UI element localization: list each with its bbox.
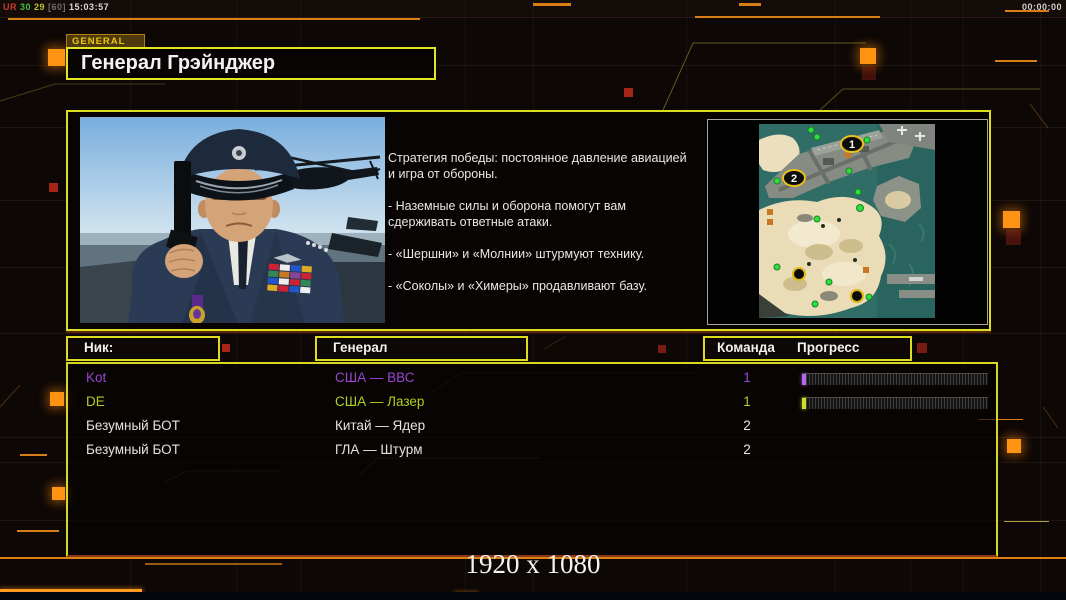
table-row: Kot США — ВВС 1 xyxy=(68,367,996,389)
loading-screen: UR 30 29 [60] 15:03:57 00:00:00 GENERAL Гене… xyxy=(0,0,1066,600)
player-general: США — Лазер xyxy=(335,394,425,409)
decor-dash xyxy=(695,16,880,18)
decor-red-square xyxy=(624,88,633,97)
load-progress-bar xyxy=(802,397,988,409)
player-general: ГЛА — Штурм xyxy=(335,442,423,457)
strategy-text: Стратегия победы: постоянное давление ав… xyxy=(388,150,706,310)
player-table: Kot США — ВВС 1 DE США — Лазер 1 Безумны… xyxy=(66,362,998,557)
decor-red-square xyxy=(917,343,927,353)
header-team-progress-box: Команда Прогресс xyxy=(703,336,912,361)
start-marker-1: 1 xyxy=(840,135,864,153)
decor-dash xyxy=(8,18,420,20)
decor-square xyxy=(50,392,64,406)
decor-dash xyxy=(145,563,282,565)
decor-dash xyxy=(533,3,571,6)
minimap-panel: 1 2 xyxy=(707,119,988,325)
debug-clock: 15:03:57 xyxy=(69,2,110,12)
player-team: 1 xyxy=(743,370,751,385)
strategy-line: - Наземные силы и оборона помогут вам сд… xyxy=(388,199,626,229)
strategy-line: - «Соколы» и «Химеры» продавливают базу. xyxy=(388,279,647,293)
decor-red-square xyxy=(658,345,666,353)
player-nick: Kot xyxy=(86,370,107,385)
decor-square xyxy=(1003,211,1020,228)
decor-red-square xyxy=(862,66,876,80)
bottom-band xyxy=(0,592,1066,600)
svg-text:2: 2 xyxy=(791,173,797,185)
decor-square xyxy=(860,48,876,64)
general-portrait xyxy=(80,117,385,323)
decor-red-square xyxy=(222,344,230,352)
player-general: Китай — Ядер xyxy=(335,418,426,433)
debug-readout: UR 30 29 [60] 15:03:57 xyxy=(3,2,112,12)
strategy-line: - «Шершни» и «Молнии» штурмуют технику. xyxy=(388,247,645,261)
player-team: 2 xyxy=(743,418,751,433)
player-team: 1 xyxy=(743,394,751,409)
progress-track xyxy=(806,398,988,409)
player-nick: DE xyxy=(86,394,105,409)
load-progress-bar xyxy=(802,373,988,385)
decor-dash xyxy=(1004,521,1049,522)
header-general: Генерал xyxy=(333,340,388,355)
header-team: Команда xyxy=(717,340,775,355)
strategy-line: Стратегия победы: постоянное давление ав… xyxy=(388,151,687,181)
header-nick-box: Ник: xyxy=(66,336,220,361)
decor-square xyxy=(1007,439,1021,453)
header-progress: Прогресс xyxy=(797,340,860,355)
debug-value: 29 xyxy=(34,2,46,12)
decor-dash xyxy=(20,454,47,456)
resolution-label: 1920 x 1080 xyxy=(465,549,601,579)
header-general-box: Генерал xyxy=(315,336,528,361)
debug-ur: UR xyxy=(3,2,17,12)
general-title-box: Генерал Грэйнджер xyxy=(66,47,436,80)
table-row: DE США — Лазер 1 xyxy=(68,391,996,413)
debug-fps: 30 xyxy=(20,2,32,12)
decor-red-square xyxy=(49,183,58,192)
table-row: Безумный БОТ Китай — Ядер 2 xyxy=(68,415,996,437)
player-nick: Безумный БОТ xyxy=(86,418,180,433)
player-team: 2 xyxy=(743,442,751,457)
decor-red-square xyxy=(1006,230,1021,245)
debug-bracket: [60] xyxy=(48,2,67,12)
decor-square xyxy=(52,487,65,500)
decor-dash xyxy=(17,530,59,532)
header-nick: Ник: xyxy=(84,340,114,355)
start-marker-2: 2 xyxy=(782,169,806,187)
table-row: Безумный БОТ ГЛА — Штурм 2 xyxy=(68,439,996,461)
general-name: Генерал Грэйнджер xyxy=(81,52,276,74)
decor-dash xyxy=(739,3,761,6)
decor-dash xyxy=(995,60,1037,62)
briefing-panel: Стратегия победы: постоянное давление ав… xyxy=(66,110,991,331)
player-general: США — ВВС xyxy=(335,370,415,385)
match-timer: 00:00:00 xyxy=(1021,2,1062,12)
decor-square xyxy=(48,49,65,66)
minimap-image: 1 2 xyxy=(759,124,935,318)
player-nick: Безумный БОТ xyxy=(86,442,180,457)
svg-text:1: 1 xyxy=(849,139,855,151)
progress-track xyxy=(806,374,988,385)
